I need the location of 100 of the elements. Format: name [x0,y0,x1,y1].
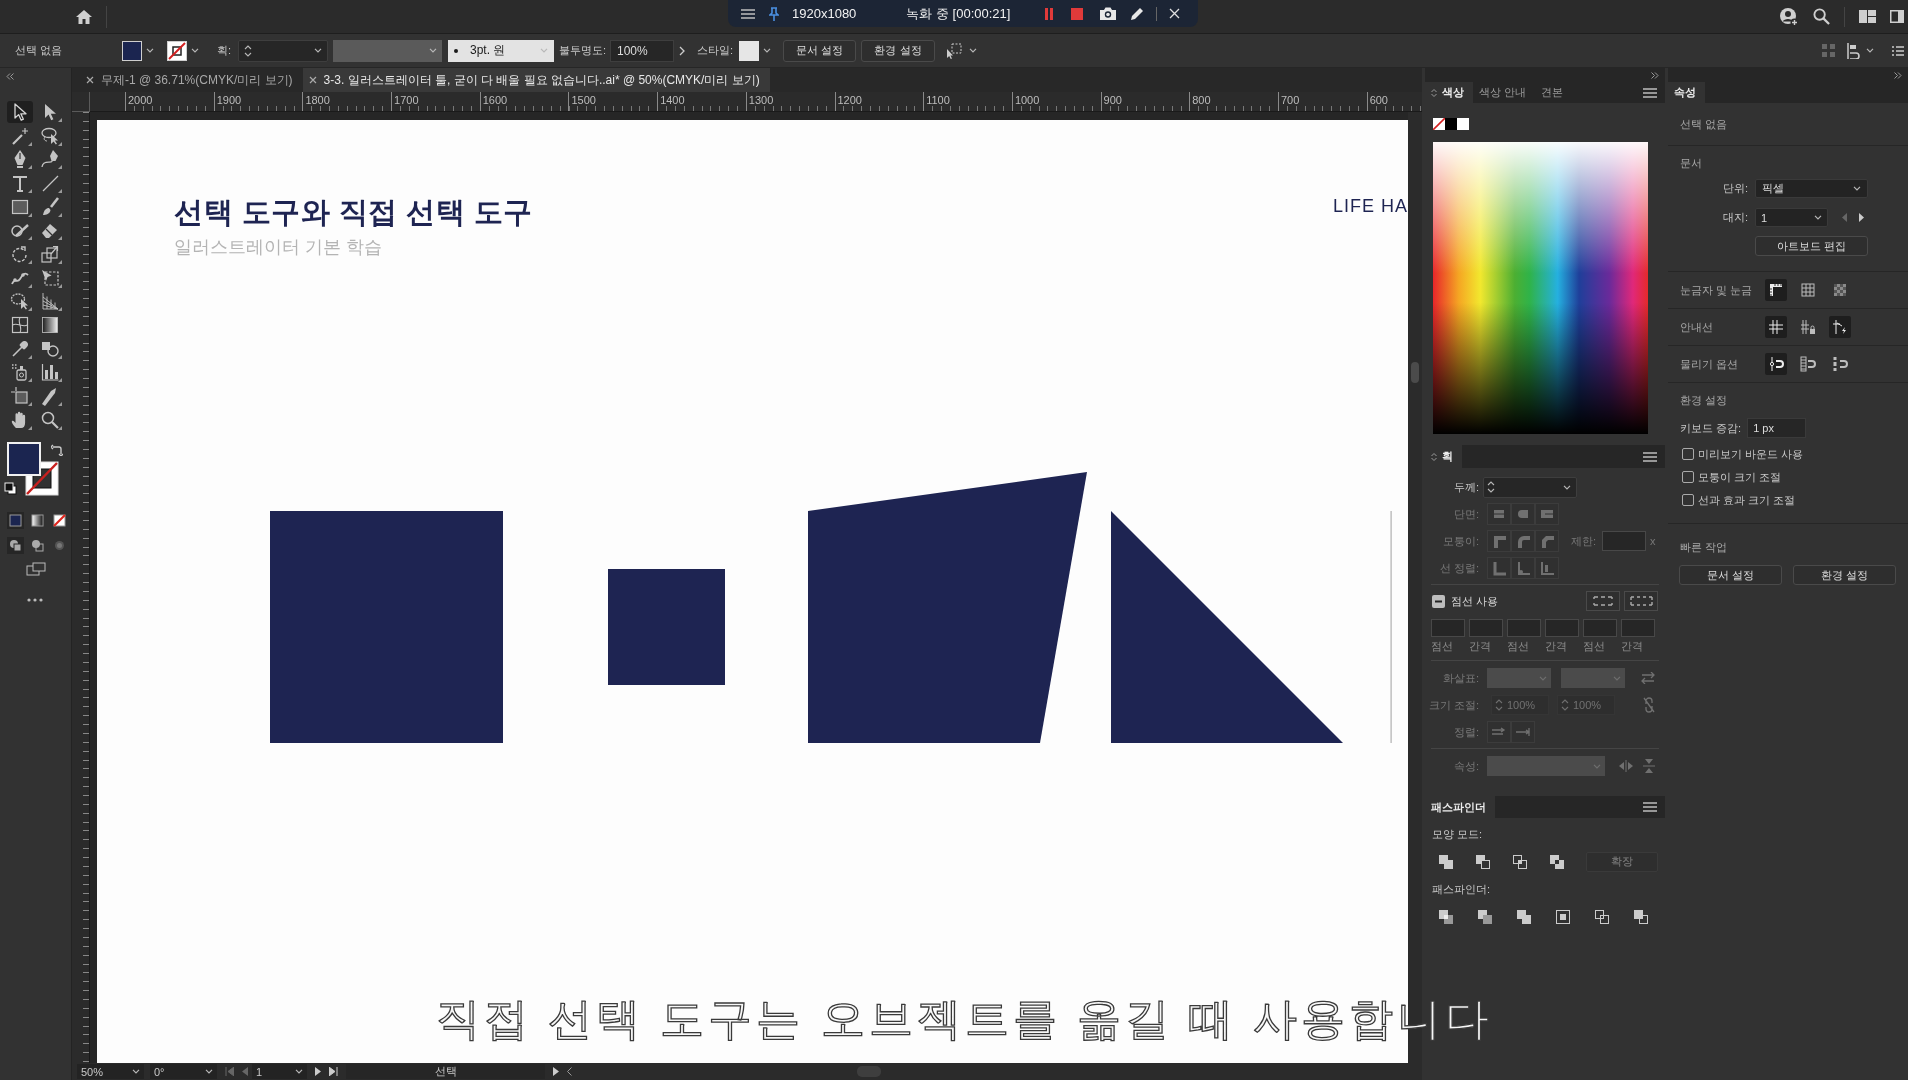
miter-join-icon[interactable] [1487,530,1511,552]
checkbox[interactable] [1682,448,1694,460]
screen-mode-icon[interactable] [26,561,46,576]
caret-icon[interactable] [295,1069,303,1074]
no-fill-icon[interactable] [51,511,68,529]
panel-tab[interactable]: 견본 [1535,82,1573,103]
panel-tab[interactable]: 속성 [1668,82,1705,103]
spinner-icon[interactable] [244,43,252,58]
collapse-right-icon[interactable] [1894,71,1902,79]
draw-normal-icon[interactable] [7,536,24,554]
dash-field[interactable] [1507,619,1541,637]
gradient-fill-icon[interactable] [29,511,46,529]
exclude-icon[interactable] [1549,854,1565,870]
dash-field[interactable] [1469,619,1503,637]
chain-slash-icon[interactable] [1643,697,1655,713]
solid-fill-icon[interactable] [7,511,24,529]
user-add-icon[interactable] [1779,6,1799,27]
close-icon[interactable] [308,76,317,84]
collapse-left-icon[interactable] [6,73,14,80]
round-join-icon[interactable] [1511,530,1535,552]
grid-magnet-icon[interactable] [1797,353,1819,375]
menu-icon[interactable] [1643,802,1657,812]
dashed-line-checkbox[interactable] [1432,594,1445,608]
previous-icon[interactable] [242,1067,248,1076]
ruler-corner-icon[interactable] [1765,279,1787,301]
checkbox[interactable] [1682,471,1694,483]
opacity-field[interactable]: 100% [610,39,674,62]
pause-icon[interactable] [1044,6,1055,21]
caret-icon[interactable] [1814,215,1822,220]
quick-action-button[interactable]: 환경 설정 [1793,565,1896,585]
guides-icon[interactable] [1765,316,1787,338]
pin-icon[interactable] [769,6,779,21]
dash-field[interactable] [1431,619,1465,637]
spinner-icon[interactable] [1487,480,1495,494]
scrollbar-thumb[interactable] [1411,362,1419,383]
color-spectrum[interactable] [1433,142,1648,434]
caret-icon[interactable] [191,48,199,53]
menu-icon[interactable] [1643,451,1657,462]
caret-icon[interactable] [429,48,437,53]
document-tab[interactable]: 무제-1 @ 36.71%(CMYK/미리 보기) [80,68,303,92]
crop-icon[interactable] [1555,909,1571,925]
caret-icon[interactable] [132,1069,140,1074]
pencil-icon[interactable] [1130,6,1145,21]
align-icon[interactable] [1847,42,1861,59]
caret-icon[interactable] [1563,484,1571,490]
unite-icon[interactable] [1438,854,1454,870]
round-cap-icon[interactable] [1511,503,1535,525]
next-icon[interactable] [315,1067,321,1076]
align-inside-icon[interactable] [1511,557,1535,579]
fill-swatch[interactable] [122,40,142,61]
caret-icon[interactable] [1853,186,1861,191]
checkbox[interactable] [1682,494,1694,506]
rotation-dropdown[interactable]: 0° [150,1064,217,1079]
home-icon[interactable] [75,8,93,25]
flip-horizontal-icon[interactable] [1619,760,1633,772]
toolbar-button[interactable]: 문서 설정 [783,39,856,62]
butt-cap-icon[interactable] [1487,503,1511,525]
zoom-dropdown[interactable]: 50% [77,1064,144,1079]
arrow-cursor-icon[interactable] [7,100,33,123]
swatch-icon[interactable] [1457,118,1469,130]
search-icon[interactable] [1813,8,1830,25]
brush-dropdown[interactable]: 3pt. 원 [448,39,554,62]
units-dropdown[interactable]: 픽셀 [1755,179,1868,198]
dash-corners-icon[interactable] [1586,591,1620,611]
document-tab[interactable]: 3-3. 일러스트레이터 툴, 굳이 다 배울 필요 없습니다..ai* @ 50%(CMYK/미리 보기) [302,68,770,92]
dash-field[interactable] [1621,619,1655,637]
edit-artboard-button[interactable]: 아트보드 편집 [1755,236,1868,256]
quick-action-button[interactable]: 문서 설정 [1679,565,1782,585]
list-icon[interactable] [1892,45,1904,56]
menu-icon[interactable] [741,8,755,19]
panel-tab[interactable]: 색상 안내 [1473,82,1536,103]
none-swatch-icon[interactable] [1433,118,1445,130]
dash-field[interactable] [1545,619,1579,637]
play-icon[interactable] [553,1067,559,1076]
intersect-icon[interactable] [1512,854,1528,870]
artboard-dropdown[interactable]: 1 [252,1064,307,1079]
dash-field[interactable] [1583,619,1617,637]
toolbar-button[interactable]: 환경 설정 [861,39,935,62]
stroke-swatch[interactable] [167,40,187,61]
caret-icon[interactable] [205,1069,213,1074]
last-page-icon[interactable] [329,1067,338,1076]
divide-icon[interactable] [1438,909,1454,925]
bevel-join-icon[interactable] [1535,530,1559,552]
flip-vertical-icon[interactable] [1643,759,1655,773]
smart-guides-icon[interactable] [1829,316,1851,338]
caret-icon[interactable] [314,48,322,53]
stroke-weight-field[interactable] [1483,476,1577,498]
select-similar-icon[interactable] [946,42,964,59]
limit-field[interactable] [1602,531,1647,551]
trim-icon[interactable] [1477,909,1493,925]
align-outside-icon[interactable] [1535,557,1559,579]
caret-icon[interactable] [763,48,771,53]
artboard-dropdown[interactable]: 1 [1755,208,1828,227]
stop-icon[interactable] [1071,7,1084,20]
workspace-icon[interactable] [1859,10,1876,23]
style-swatch[interactable] [739,40,759,61]
caret-icon[interactable] [1866,48,1874,53]
square-cap-icon[interactable] [1535,503,1559,525]
panel-tab[interactable]: 색상 [1425,82,1473,103]
panel-tab[interactable]: 획 [1425,445,1462,468]
